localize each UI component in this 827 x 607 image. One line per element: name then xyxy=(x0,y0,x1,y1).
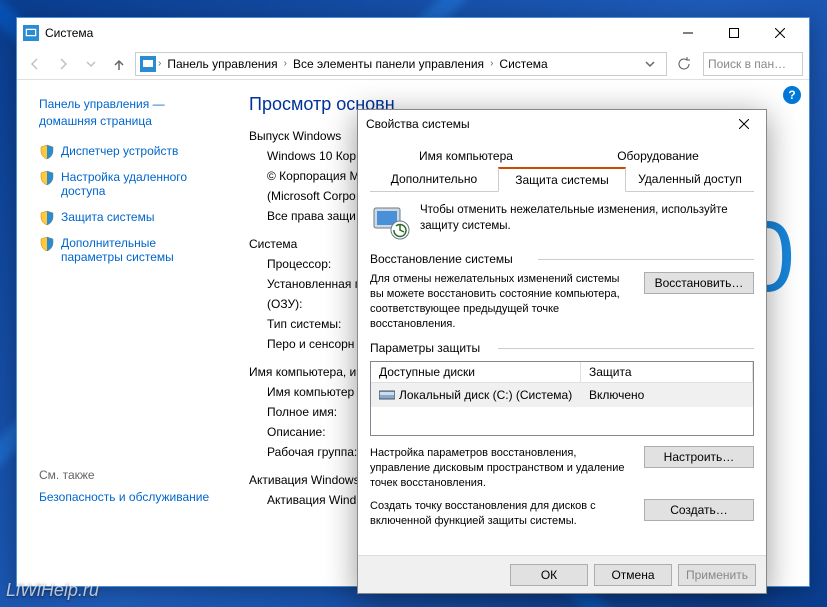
disk-icon xyxy=(379,389,395,401)
configure-button[interactable]: Настроить… xyxy=(644,446,754,468)
system-icon xyxy=(140,56,156,72)
sidebar-remote-settings[interactable]: Настройка удаленного доступа xyxy=(61,170,217,198)
titlebar: Система xyxy=(17,18,809,48)
window-title: Система xyxy=(45,26,665,40)
control-panel-home-link[interactable]: Панель управления — домашняя страница xyxy=(39,96,217,130)
create-description: Создать точку восстановления для дисков … xyxy=(370,499,634,529)
create-button[interactable]: Создать… xyxy=(644,499,754,521)
ok-button[interactable]: ОК xyxy=(510,564,588,586)
maximize-button[interactable] xyxy=(711,18,757,48)
chevron-right-icon: › xyxy=(490,58,493,69)
recent-dropdown[interactable] xyxy=(79,52,103,76)
column-drives: Доступные диски xyxy=(371,362,581,382)
sidebar-device-manager[interactable]: Диспетчер устройств xyxy=(61,144,178,158)
protection-section-label: Параметры защиты xyxy=(370,341,754,355)
navbar: › Панель управления › Все элементы панел… xyxy=(17,48,809,80)
watermark: LiWiHelp.ru xyxy=(6,580,99,601)
breadcrumb-item[interactable]: Все элементы панели управления xyxy=(289,55,488,73)
tab-computer-name[interactable]: Имя компьютера xyxy=(370,144,562,167)
disk-name: Локальный диск (C:) (Система) xyxy=(399,388,572,402)
address-dropdown[interactable] xyxy=(638,52,662,76)
help-icon[interactable]: ? xyxy=(783,86,801,104)
tab-remote[interactable]: Удаленный доступ xyxy=(626,167,754,191)
column-protection: Защита xyxy=(581,362,753,382)
shield-icon xyxy=(39,236,55,252)
sidebar: Панель управления — домашняя страница Ди… xyxy=(17,80,227,586)
sidebar-system-protection[interactable]: Защита системы xyxy=(61,210,154,224)
system-restore-icon xyxy=(370,202,410,242)
see-also-label: См. также xyxy=(39,468,217,482)
tab-advanced[interactable]: Дополнительно xyxy=(370,167,498,191)
breadcrumbs: Панель управления › Все элементы панели … xyxy=(163,55,551,73)
dialog-description: Чтобы отменить нежелательные изменения, … xyxy=(420,202,754,234)
tab-hardware[interactable]: Оборудование xyxy=(562,144,754,167)
up-button[interactable] xyxy=(107,52,131,76)
dialog-footer: ОК Отмена Применить xyxy=(358,555,766,593)
system-properties-dialog: Свойства системы Имя компьютера Оборудов… xyxy=(357,109,767,594)
breadcrumb-item[interactable]: Система xyxy=(495,55,551,73)
refresh-button[interactable] xyxy=(673,53,695,75)
address-bar[interactable]: › Панель управления › Все элементы панел… xyxy=(135,52,667,76)
dialog-title: Свойства системы xyxy=(366,117,730,131)
forward-button[interactable] xyxy=(51,52,75,76)
breadcrumb-item[interactable]: Панель управления xyxy=(163,55,281,73)
disk-row[interactable]: Локальный диск (C:) (Система) Включено xyxy=(371,383,753,407)
shield-icon xyxy=(39,210,55,226)
back-button[interactable] xyxy=(23,52,47,76)
restore-description: Для отмены нежелательных изменений систе… xyxy=(370,272,634,331)
minimize-button[interactable] xyxy=(665,18,711,48)
search-input[interactable]: Поиск в пан… xyxy=(703,52,803,76)
disk-status: Включено xyxy=(581,385,753,405)
dialog-close-button[interactable] xyxy=(730,110,758,138)
shield-icon xyxy=(39,170,55,186)
restore-button[interactable]: Восстановить… xyxy=(644,272,754,294)
chevron-right-icon: › xyxy=(284,58,287,69)
tab-system-protection[interactable]: Защита системы xyxy=(498,167,626,192)
close-button[interactable] xyxy=(757,18,803,48)
sidebar-security-maintenance[interactable]: Безопасность и обслуживание xyxy=(39,490,217,504)
sidebar-advanced-settings[interactable]: Дополнительные параметры системы xyxy=(61,236,217,264)
cancel-button[interactable]: Отмена xyxy=(594,564,672,586)
chevron-right-icon: › xyxy=(158,58,161,69)
configure-description: Настройка параметров восстановления, упр… xyxy=(370,446,634,491)
system-icon xyxy=(23,25,39,41)
shield-icon xyxy=(39,144,55,160)
apply-button[interactable]: Применить xyxy=(678,564,756,586)
disk-table: Доступные диски Защита Локальный диск (C… xyxy=(370,361,754,436)
restore-section-label: Восстановление системы xyxy=(370,252,754,266)
tab-strip: Имя компьютера Оборудование Дополнительн… xyxy=(370,144,754,192)
dialog-titlebar: Свойства системы xyxy=(358,110,766,138)
